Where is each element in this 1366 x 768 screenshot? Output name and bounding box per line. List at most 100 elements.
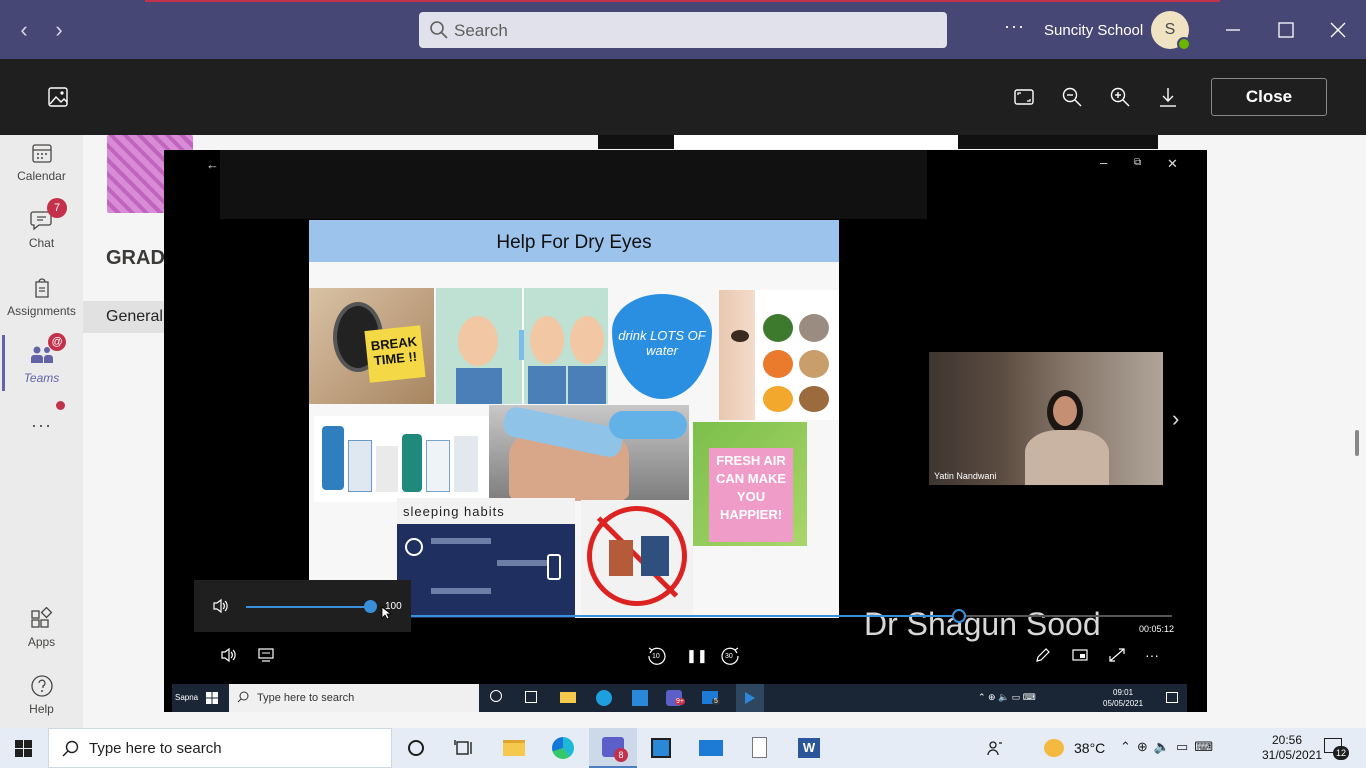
task-view-icon <box>454 740 472 755</box>
start-button[interactable] <box>0 728 48 768</box>
store-button[interactable] <box>637 728 685 768</box>
word-button[interactable]: W <box>785 728 833 768</box>
captions-icon[interactable] <box>257 647 275 663</box>
file-explorer-button[interactable] <box>489 728 537 768</box>
taskbar-clock[interactable]: 20:56 31/05/2021 <box>1262 733 1322 763</box>
rail-item-more[interactable]: ··· <box>0 415 83 436</box>
volume-knob[interactable] <box>364 600 377 613</box>
maximize-icon[interactable] <box>1274 18 1298 42</box>
rail-item-chat[interactable]: Chat 7 <box>0 198 83 250</box>
assignments-icon <box>34 278 49 298</box>
calendar-icon <box>31 144 52 163</box>
shared-slide: Help For Dry Eyes BREAK TIME !! drink LO… <box>309 220 839 618</box>
taskbar-search-icon <box>62 740 79 757</box>
break-time-note: BREAK TIME !! <box>364 325 426 383</box>
skip-back-button[interactable]: 10 <box>646 646 668 666</box>
search-input[interactable]: Search <box>419 12 947 48</box>
recorded-user: Sapna <box>175 693 199 702</box>
pause-icon[interactable]: ❚❚ <box>686 648 708 664</box>
download-icon[interactable] <box>1157 86 1179 108</box>
seek-bar-knob[interactable] <box>951 609 966 623</box>
cortana-button[interactable] <box>392 728 440 768</box>
recorded-search-icon <box>237 691 249 703</box>
player-top-strip <box>220 150 927 219</box>
notification-center-button[interactable]: 12 <box>1322 736 1350 760</box>
people-icon[interactable] <box>986 739 1004 757</box>
recorded-taskview-icon <box>525 691 537 703</box>
weather-icon[interactable] <box>1044 739 1064 757</box>
participant-name: Yatin Nandwani <box>934 471 997 481</box>
skip-forward-label: 30 <box>725 653 733 660</box>
next-chevron-icon[interactable]: › <box>1172 406 1179 432</box>
notification-count: 12 <box>1333 746 1349 760</box>
fresh-air-image: FRESH AIR CAN MAKE YOU HAPPIER! <box>693 422 807 546</box>
close-window-icon[interactable] <box>1326 18 1350 42</box>
recorded-taskbar: Sapna Type here to search 9+ 5 ⌃ ⊕ 🔈 ▭ ⌨… <box>172 684 1187 712</box>
no-screens-image <box>581 500 693 618</box>
zoom-out-icon[interactable] <box>1061 86 1083 108</box>
mini-player-icon[interactable] <box>1071 647 1089 663</box>
word-icon: W <box>798 738 820 758</box>
close-button[interactable]: Close <box>1211 78 1327 116</box>
player-back-icon[interactable]: ← <box>206 157 219 172</box>
fit-screen-icon[interactable] <box>1013 86 1035 108</box>
rail-item-calendar[interactable]: Calendar <box>0 141 83 183</box>
minimize-icon[interactable] <box>1221 18 1245 42</box>
more-options-icon[interactable]: ··· <box>1004 16 1025 37</box>
temperature[interactable]: 38°C <box>1074 740 1105 756</box>
recorded-edge-icon <box>596 690 612 706</box>
sleeping-habits-text: sleeping habits <box>403 504 505 519</box>
player-restore-icon[interactable]: ⧉ <box>1134 157 1141 168</box>
fullscreen-icon[interactable] <box>1108 647 1126 663</box>
video-player[interactable]: ← – ⧉ ✕ Help For Dry Eyes BREAK TIME !! … <box>164 150 1207 712</box>
notepad-button[interactable] <box>735 728 783 768</box>
edge-icon <box>552 737 574 759</box>
eye-foods-image <box>719 290 839 420</box>
rail-item-teams[interactable]: Teams @ <box>0 333 83 385</box>
teams-taskbar-badge: 8 <box>614 748 628 762</box>
apps-icon <box>30 607 52 628</box>
edge-button[interactable] <box>539 728 587 768</box>
windows-icon <box>15 740 32 757</box>
zoom-in-icon[interactable] <box>1109 86 1131 108</box>
volume-icon[interactable] <box>212 598 230 614</box>
seek-bar[interactable] <box>410 609 1172 623</box>
clock-time: 20:56 <box>1271 733 1303 747</box>
forward-arrow-icon[interactable]: › <box>47 18 71 42</box>
system-tray-icons[interactable]: ⌃⊕🔈▭⌨ <box>1120 739 1219 755</box>
participant-video[interactable]: Yatin Nandwani <box>929 352 1163 485</box>
volume-button-icon[interactable] <box>220 647 238 663</box>
rail-item-help[interactable]: Help <box>0 674 83 716</box>
presenter-name: Dr Shagun Sood <box>864 606 1101 642</box>
rail-item-apps[interactable]: Apps <box>0 607 83 649</box>
task-view-button[interactable] <box>440 728 488 768</box>
taskbar-search-input[interactable]: Type here to search <box>48 728 392 768</box>
mail-icon <box>699 740 723 756</box>
slide-title: Help For Dry Eyes <box>496 232 652 253</box>
volume-slider[interactable] <box>246 606 372 608</box>
volume-popup: 100 <box>194 580 411 632</box>
rail-label-assignments: Assignments <box>7 304 76 318</box>
document-icon <box>752 737 767 758</box>
store-icon <box>651 738 671 758</box>
file-explorer-icon <box>503 740 525 756</box>
presence-available-icon <box>1177 37 1191 51</box>
org-name[interactable]: Suncity School <box>1044 22 1143 39</box>
team-heading: GRAD <box>106 247 165 269</box>
back-arrow-icon[interactable]: ‹ <box>12 18 36 42</box>
more-playback-icon[interactable]: ··· <box>1145 647 1159 663</box>
skip-forward-button[interactable]: 30 <box>719 646 741 666</box>
recorded-play-icon <box>745 692 755 704</box>
cortana-icon <box>408 740 424 756</box>
content-scrollbar[interactable] <box>1355 430 1359 456</box>
avatar[interactable]: S <box>1151 11 1191 51</box>
rail-item-assignments[interactable]: Assignments <box>0 276 83 318</box>
player-close-icon[interactable]: ✕ <box>1167 156 1178 172</box>
rail-label-apps: Apps <box>27 635 56 649</box>
background-post-image <box>598 135 1158 149</box>
mail-button[interactable] <box>687 728 735 768</box>
recorded-clock: 09:01 05/05/2021 <box>1103 687 1143 709</box>
pen-icon[interactable] <box>1034 647 1052 663</box>
player-minimize-icon[interactable]: – <box>1100 155 1107 170</box>
teams-taskbar-button[interactable]: 8 <box>589 728 637 768</box>
